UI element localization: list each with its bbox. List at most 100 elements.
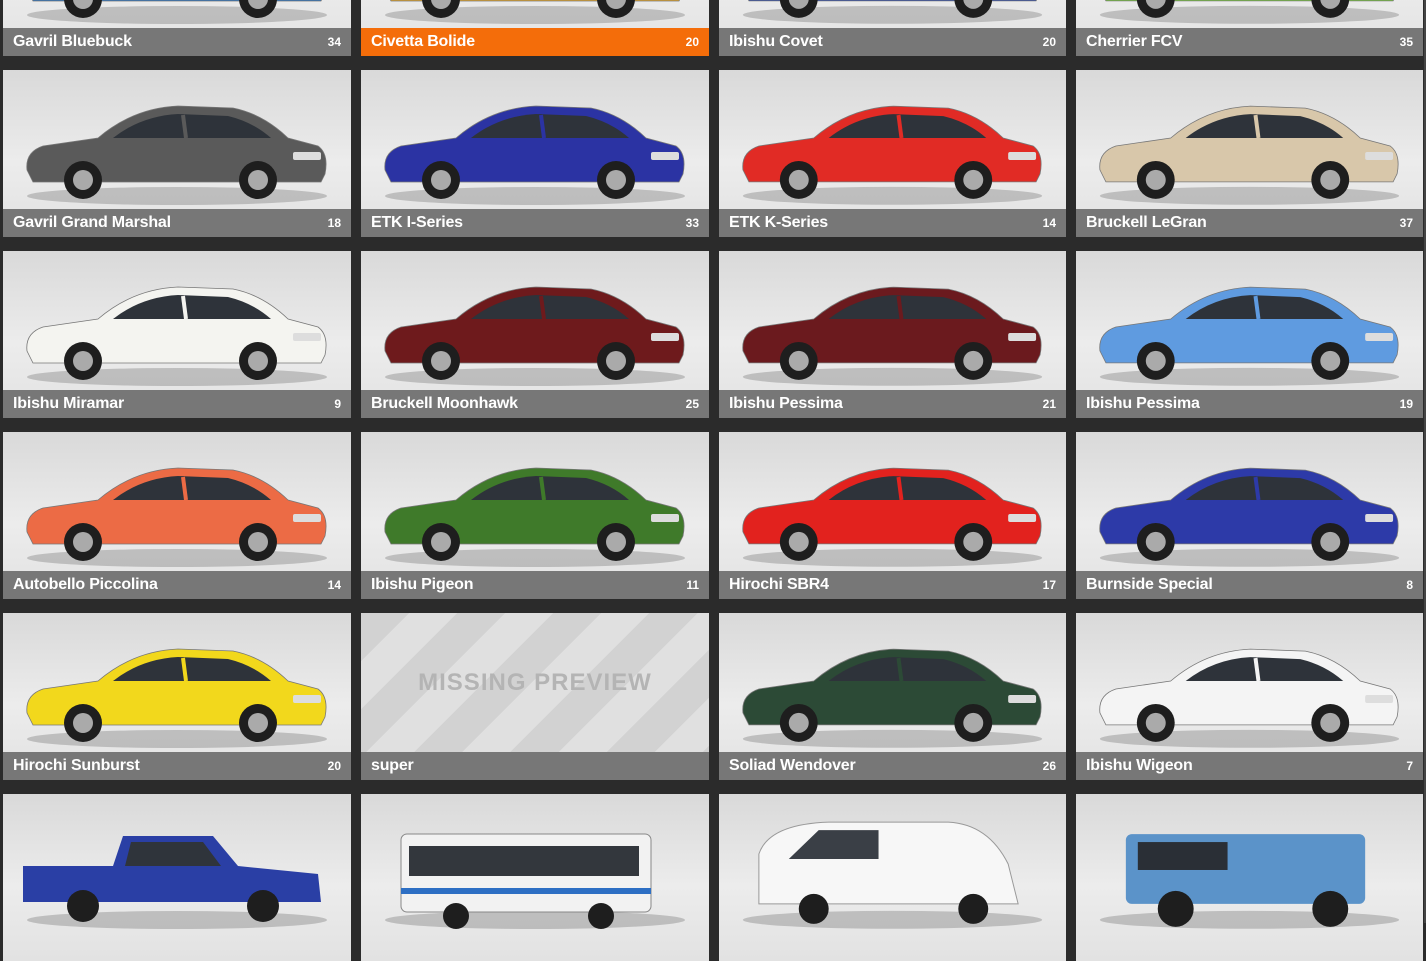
vehicle-caption: Gavril Bluebuck 34 [3, 28, 351, 56]
vehicle-tile[interactable]: Ibishu Pigeon 11 [361, 432, 709, 599]
vehicle-name: Ibishu Miramar [13, 395, 125, 412]
config-count: 14 [327, 578, 341, 592]
car-preview-icon [3, 70, 351, 209]
vehicle-tile[interactable]: ETK I-Series 33 [361, 70, 709, 237]
config-count: 19 [1399, 397, 1413, 411]
van-preview-icon [719, 794, 1066, 933]
vehicle-tile[interactable]: Gavril Bluebuck 34 [3, 0, 351, 56]
config-count: 25 [685, 397, 699, 411]
vehicle-tile[interactable] [361, 794, 709, 961]
vehicle-caption: Ibishu Pessima 21 [719, 390, 1066, 418]
car-preview-icon [361, 0, 709, 28]
car-preview-icon [3, 0, 351, 28]
vehicle-tile[interactable]: Ibishu Miramar 9 [3, 251, 351, 418]
vehicle-tile[interactable]: Hirochi Sunburst 20 [3, 613, 351, 780]
vehicle-caption: Bruckell Moonhawk 25 [361, 390, 709, 418]
vehicle-name: Ibishu Covet [729, 33, 823, 50]
vehicle-name: Soliad Wendover [729, 757, 856, 774]
vehicle-tile[interactable]: Autobello Piccolina 14 [3, 432, 351, 599]
vehicle-name: Bruckell Moonhawk [371, 395, 518, 412]
vehicle-name: Ibishu Pessima [1086, 395, 1200, 412]
config-count: 9 [334, 397, 341, 411]
vehicle-name: Gavril Grand Marshal [13, 214, 171, 231]
vehicle-caption: Gavril Grand Marshal 18 [3, 209, 351, 237]
car-preview-icon [719, 432, 1066, 571]
vehicle-name: Hirochi SBR4 [729, 576, 829, 593]
car-preview-icon [719, 0, 1066, 28]
vehicle-name: Gavril Bluebuck [13, 33, 132, 50]
config-count: 14 [1042, 216, 1056, 230]
vehicle-tile[interactable]: Ibishu Wigeon 7 [1076, 613, 1423, 780]
vehicle-tile[interactable]: Ibishu Covet 20 [719, 0, 1066, 56]
vehicle-tile[interactable]: ETK K-Series 14 [719, 70, 1066, 237]
config-count: 20 [327, 759, 341, 773]
vehicle-tile[interactable]: Ibishu Pessima 21 [719, 251, 1066, 418]
vehicle-tile[interactable]: Soliad Wendover 26 [719, 613, 1066, 780]
vehicle-caption: Bruckell LeGran 37 [1076, 209, 1423, 237]
vehicle-name: Ibishu Wigeon [1086, 757, 1193, 774]
vehicle-name: ETK I-Series [371, 214, 463, 231]
vehicle-tile[interactable]: Civetta Bolide 20 [361, 0, 709, 56]
config-count: 33 [685, 216, 699, 230]
config-count: 11 [686, 578, 699, 592]
vehicle-grid: Gavril Bluebuck 34 Civetta Bolide 20 Ibish… [0, 0, 1426, 961]
vehicle-name: Cherrier FCV [1086, 33, 1183, 50]
vehicle-name: Hirochi Sunburst [13, 757, 140, 774]
car-preview-icon [719, 613, 1066, 752]
vehicle-caption: Ibishu Pigeon 11 [361, 571, 709, 599]
vehicle-caption: Ibishu Wigeon 7 [1076, 752, 1423, 780]
vehicle-caption: Burnside Special 8 [1076, 571, 1423, 599]
vehicle-caption: Cherrier FCV 35 [1076, 28, 1423, 56]
car-preview-icon [361, 70, 709, 209]
pickup-preview-icon [3, 794, 351, 933]
car-preview-icon [3, 251, 351, 390]
missing-preview-label: MISSING PREVIEW [418, 668, 652, 696]
vehicle-caption: Civetta Bolide 20 [361, 28, 709, 56]
vehicle-tile[interactable]: Hirochi SBR4 17 [719, 432, 1066, 599]
vehicle-name: ETK K-Series [729, 214, 828, 231]
vehicle-caption: ETK I-Series 33 [361, 209, 709, 237]
vehicle-tile[interactable] [719, 794, 1066, 961]
config-count: 21 [1042, 397, 1056, 411]
vehicle-tile[interactable]: Gavril Grand Marshal 18 [3, 70, 351, 237]
config-count: 20 [685, 35, 699, 49]
vehicle-tile[interactable]: Burnside Special 8 [1076, 432, 1423, 599]
vehicle-caption: Soliad Wendover 26 [719, 752, 1066, 780]
vehicle-caption: Hirochi SBR4 17 [719, 571, 1066, 599]
vehicle-name: super [371, 757, 414, 774]
config-count: 34 [327, 35, 341, 49]
car-preview-icon [1076, 251, 1423, 390]
car-preview-icon [3, 432, 351, 571]
config-count: 37 [1399, 216, 1413, 230]
config-count: 17 [1042, 578, 1056, 592]
car-preview-icon [1076, 432, 1423, 571]
vehicle-tile[interactable]: MISSING PREVIEW super [361, 613, 709, 780]
vehicle-name: Bruckell LeGran [1086, 214, 1207, 231]
vehicle-caption: Autobello Piccolina 14 [3, 571, 351, 599]
car-preview-icon [1076, 0, 1423, 28]
vehicle-tile[interactable] [1076, 794, 1423, 961]
car-preview-icon [361, 432, 709, 571]
car-preview-icon [719, 70, 1066, 209]
vehicle-tile[interactable]: Bruckell Moonhawk 25 [361, 251, 709, 418]
vehicle-caption: super [361, 752, 709, 780]
vehicle-caption: ETK K-Series 14 [719, 209, 1066, 237]
config-count: 26 [1042, 759, 1056, 773]
config-count: 8 [1406, 578, 1413, 592]
vehicle-name: Ibishu Pessima [729, 395, 843, 412]
vehicle-caption: Ibishu Miramar 9 [3, 390, 351, 418]
config-count: 20 [1042, 35, 1056, 49]
car-preview-icon [1076, 70, 1423, 209]
vehicle-tile[interactable] [3, 794, 351, 961]
config-count: 18 [327, 216, 341, 230]
config-count: 7 [1406, 759, 1413, 773]
config-count: 35 [1399, 35, 1413, 49]
vehicle-tile[interactable]: Ibishu Pessima 19 [1076, 251, 1423, 418]
vehicle-tile[interactable]: Cherrier FCV 35 [1076, 0, 1423, 56]
vehicle-caption: Ibishu Pessima 19 [1076, 390, 1423, 418]
car-preview-icon [1076, 613, 1423, 752]
suv-preview-icon [1076, 794, 1423, 933]
missing-preview-icon: MISSING PREVIEW [361, 613, 709, 752]
vehicle-tile[interactable]: Bruckell LeGran 37 [1076, 70, 1423, 237]
car-preview-icon [3, 613, 351, 752]
